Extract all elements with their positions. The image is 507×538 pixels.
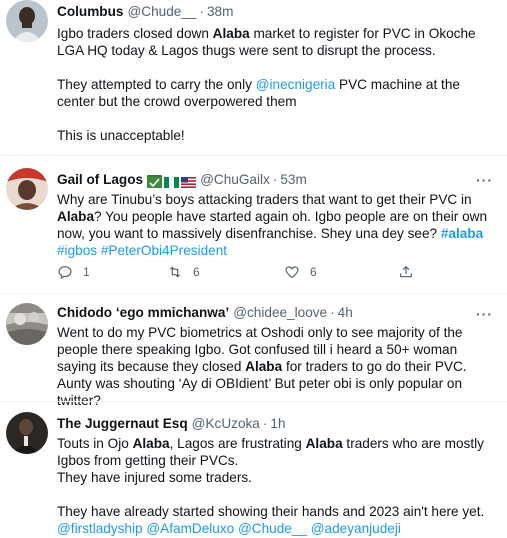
tweet-actions: 1 6 6 (57, 264, 414, 280)
tweet-paragraph: They have injured some traders. (57, 469, 499, 486)
tweet-text: They have injured some traders. (57, 470, 252, 485)
timestamp[interactable]: 53m (280, 171, 306, 189)
vote-box-emoji-icon (147, 174, 163, 188)
tweet-header: Columbus @Chude__ · 38m (57, 3, 499, 21)
highlighted-keyword: Alaba (132, 436, 170, 451)
tweet-paragraph: They attempted to carry the only @inecni… (57, 76, 499, 110)
tweet-paragraph: Igbo traders closed down Alaba market to… (57, 25, 499, 59)
mention-link[interactable]: @Chude__ (238, 521, 307, 536)
author-name[interactable]: Columbus (57, 3, 123, 21)
share-icon (400, 266, 412, 278)
separator: · (262, 416, 268, 431)
tweet-body: Touts in Ojo Alaba, Lagos are frustratin… (57, 435, 499, 537)
nigeria-flag-icon (164, 175, 180, 188)
tweet-card[interactable]: The Juggernaut Esq @KcUzoka · 1h Touts i… (0, 402, 507, 538)
avatar[interactable] (6, 168, 48, 210)
tweet-card[interactable]: ··· Gail of Lagos @ChuGailx · 53m Why ar… (0, 156, 507, 293)
tweet-text: ? You people have started again oh. Igbo… (57, 209, 488, 241)
reply-button[interactable]: 1 (57, 264, 167, 280)
name-emojis (147, 174, 197, 188)
tweet-text: They attempted to carry the only (57, 77, 256, 92)
share-button[interactable] (398, 264, 414, 280)
separator: · (330, 305, 335, 320)
timestamp[interactable]: 1h (270, 415, 285, 433)
tweet-header: Chidodo ‘ego mmichanwa’ @chidee_loove · … (57, 304, 499, 322)
tweet-text: Touts in Ojo (57, 436, 133, 451)
retweet-icon (169, 266, 181, 278)
tweet-text: Why are Tinubu’s boys attacking traders … (57, 192, 472, 207)
reply-count: 1 (83, 265, 90, 279)
separator: · (272, 172, 278, 187)
tweet-paragraph: Went to do my PVC biometrics at Oshodi o… (57, 324, 499, 409)
tweet-text: , Lagos are frustrating (169, 436, 306, 451)
timestamp[interactable]: 4h (338, 304, 353, 322)
mention-link[interactable]: @adeyanjudeji (311, 521, 401, 536)
tweet-text: This is unacceptable! (57, 128, 185, 143)
mention-link[interactable]: @firstladyship (57, 521, 143, 536)
tweet-paragraph: Why are Tinubu’s boys attacking traders … (57, 191, 499, 259)
tweet-body: Igbo traders closed down Alaba market to… (57, 25, 499, 144)
author-name[interactable]: The Juggernaut Esq (57, 415, 188, 433)
avatar[interactable] (6, 412, 48, 454)
tweet-header: Gail of Lagos @ChuGailx · 53m (57, 171, 499, 189)
timestamp[interactable]: 38m (207, 3, 233, 21)
author-handle[interactable]: @chidee_loove (233, 304, 327, 322)
hashtag-link[interactable]: #PeterObi4President (101, 243, 227, 258)
reply-icon (58, 266, 72, 280)
tweet-text: They have already started showing their … (57, 504, 485, 519)
tweet-card[interactable]: ··· Chidodo ‘ego mmichanwa’ @chidee_loov… (0, 294, 507, 408)
hashtag-link[interactable]: #alaba (441, 226, 483, 241)
retweet-count: 6 (193, 265, 200, 279)
usa-flag-icon (181, 175, 197, 188)
tweet-paragraph: This is unacceptable! (57, 127, 499, 144)
tweet-header: The Juggernaut Esq @KcUzoka · 1h (57, 415, 499, 433)
heart-icon (285, 266, 299, 279)
highlighted-keyword: Alaba (212, 26, 250, 41)
separator: · (199, 4, 204, 19)
tweet-card[interactable]: Columbus @Chude__ · 38m Igbo traders clo… (0, 0, 507, 155)
highlighted-keyword: Alaba (305, 436, 343, 451)
avatar[interactable] (6, 0, 48, 42)
tweet-paragraph: They have already started showing their … (57, 503, 499, 520)
author-handle[interactable]: @Chude__ (127, 3, 196, 21)
tweet-paragraph: @firstladyship @AfamDeluxo @Chude__ @ade… (57, 520, 499, 537)
author-name[interactable]: Chidodo ‘ego mmichanwa’ (57, 304, 229, 322)
like-button[interactable]: 6 (284, 264, 398, 280)
tweet-text: Igbo traders closed down (57, 26, 213, 41)
author-handle[interactable]: @KcUzoka (192, 415, 260, 433)
avatar[interactable] (6, 303, 48, 345)
like-count: 6 (310, 265, 317, 279)
tweet-body: Went to do my PVC biometrics at Oshodi o… (57, 324, 499, 409)
retweet-button[interactable]: 6 (167, 264, 284, 280)
highlighted-keyword: Alaba (57, 209, 95, 224)
tweet-paragraph: Touts in Ojo Alaba, Lagos are frustratin… (57, 435, 499, 469)
highlighted-keyword: Alaba (245, 359, 283, 374)
mention-link[interactable]: @AfamDeluxo (146, 521, 234, 536)
mention-link[interactable]: @inecnigeria (256, 77, 336, 92)
author-name[interactable]: Gail of Lagos (57, 171, 143, 189)
hashtag-link[interactable]: #igbos (57, 243, 97, 258)
tweet-body: Why are Tinubu’s boys attacking traders … (57, 191, 499, 259)
author-handle[interactable]: @ChuGailx (200, 171, 270, 189)
